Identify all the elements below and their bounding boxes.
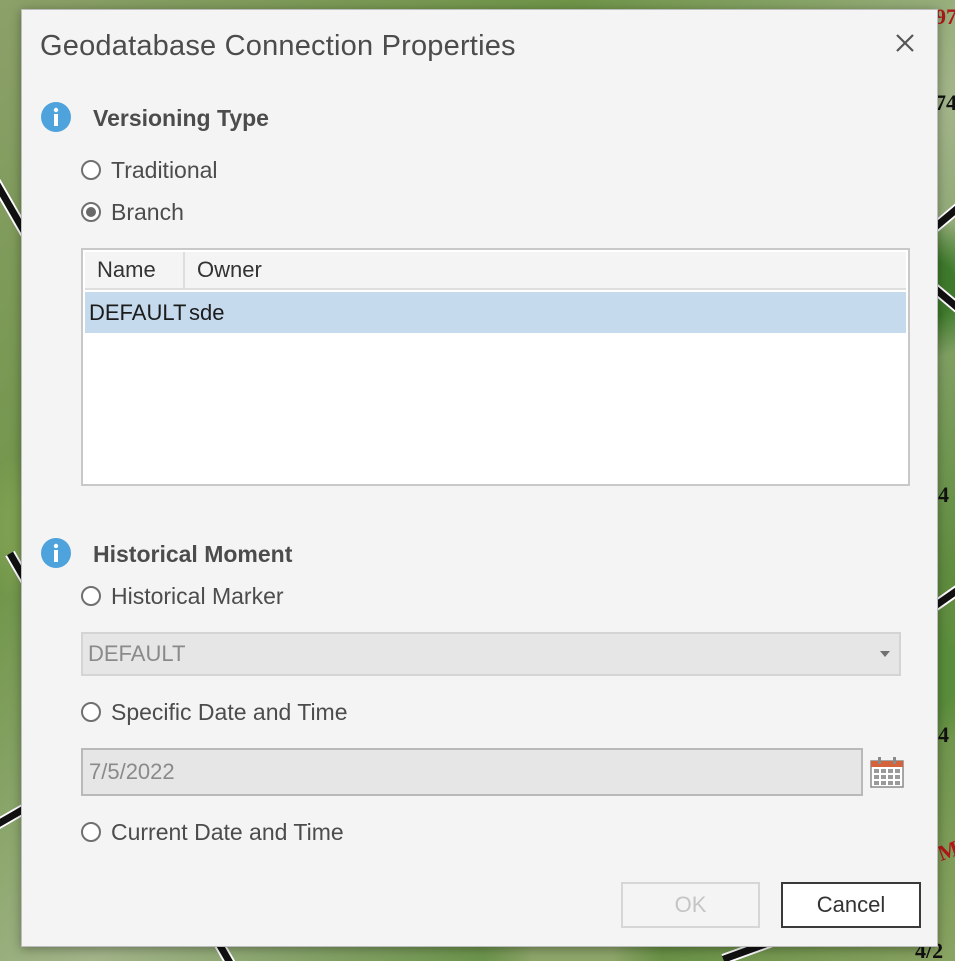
radio-branch[interactable]: Branch — [81, 197, 184, 227]
historical-moment-heading: Historical Moment — [93, 541, 293, 567]
cancel-button[interactable]: Cancel — [781, 882, 921, 928]
radio-button[interactable] — [81, 202, 101, 222]
radio-button[interactable] — [81, 160, 101, 180]
radio-button[interactable] — [81, 586, 101, 606]
table-row[interactable]: DEFAULT sde — [85, 292, 906, 333]
info-icon — [41, 538, 71, 568]
map-label: 74 — [935, 90, 955, 115]
radio-button[interactable] — [81, 822, 101, 842]
column-header-name[interactable]: Name — [85, 252, 185, 288]
close-button[interactable] — [890, 28, 920, 58]
dropdown-arrow-icon — [880, 651, 890, 657]
radio-button[interactable] — [81, 702, 101, 722]
close-icon — [896, 34, 914, 52]
historical-marker-select[interactable]: DEFAULT — [81, 632, 901, 676]
versioning-type-heading: Versioning Type — [93, 105, 269, 131]
versions-table: Name Owner DEFAULT sde — [81, 248, 910, 486]
radio-current-date[interactable]: Current Date and Time — [81, 817, 344, 847]
cell-name: DEFAULT — [89, 299, 187, 325]
cell-owner: sde — [189, 299, 225, 325]
radio-label: Historical Marker — [111, 582, 284, 609]
map-label: 4 — [938, 482, 949, 507]
geodatabase-connection-dialog: Geodatabase Connection Properties Versio… — [21, 9, 938, 947]
info-icon — [41, 102, 71, 132]
ok-button[interactable]: OK — [621, 882, 760, 928]
table-header: Name Owner — [85, 252, 906, 290]
radio-label: Specific Date and Time — [111, 698, 348, 725]
date-value: 7/5/2022 — [89, 759, 175, 784]
column-header-owner[interactable]: Owner — [185, 252, 906, 288]
map-label: 4 — [938, 722, 949, 747]
select-value: DEFAULT — [88, 641, 186, 666]
map-label: 97 — [935, 4, 955, 29]
radio-historical-marker[interactable]: Historical Marker — [81, 581, 284, 611]
radio-label: Traditional — [111, 156, 218, 183]
radio-traditional[interactable]: Traditional — [81, 155, 218, 185]
dialog-title: Geodatabase Connection Properties — [40, 30, 516, 62]
radio-label: Current Date and Time — [111, 818, 344, 845]
date-input[interactable]: 7/5/2022 — [81, 748, 863, 796]
radio-specific-date[interactable]: Specific Date and Time — [81, 697, 348, 727]
radio-label: Branch — [111, 198, 184, 225]
calendar-icon[interactable] — [870, 755, 904, 789]
